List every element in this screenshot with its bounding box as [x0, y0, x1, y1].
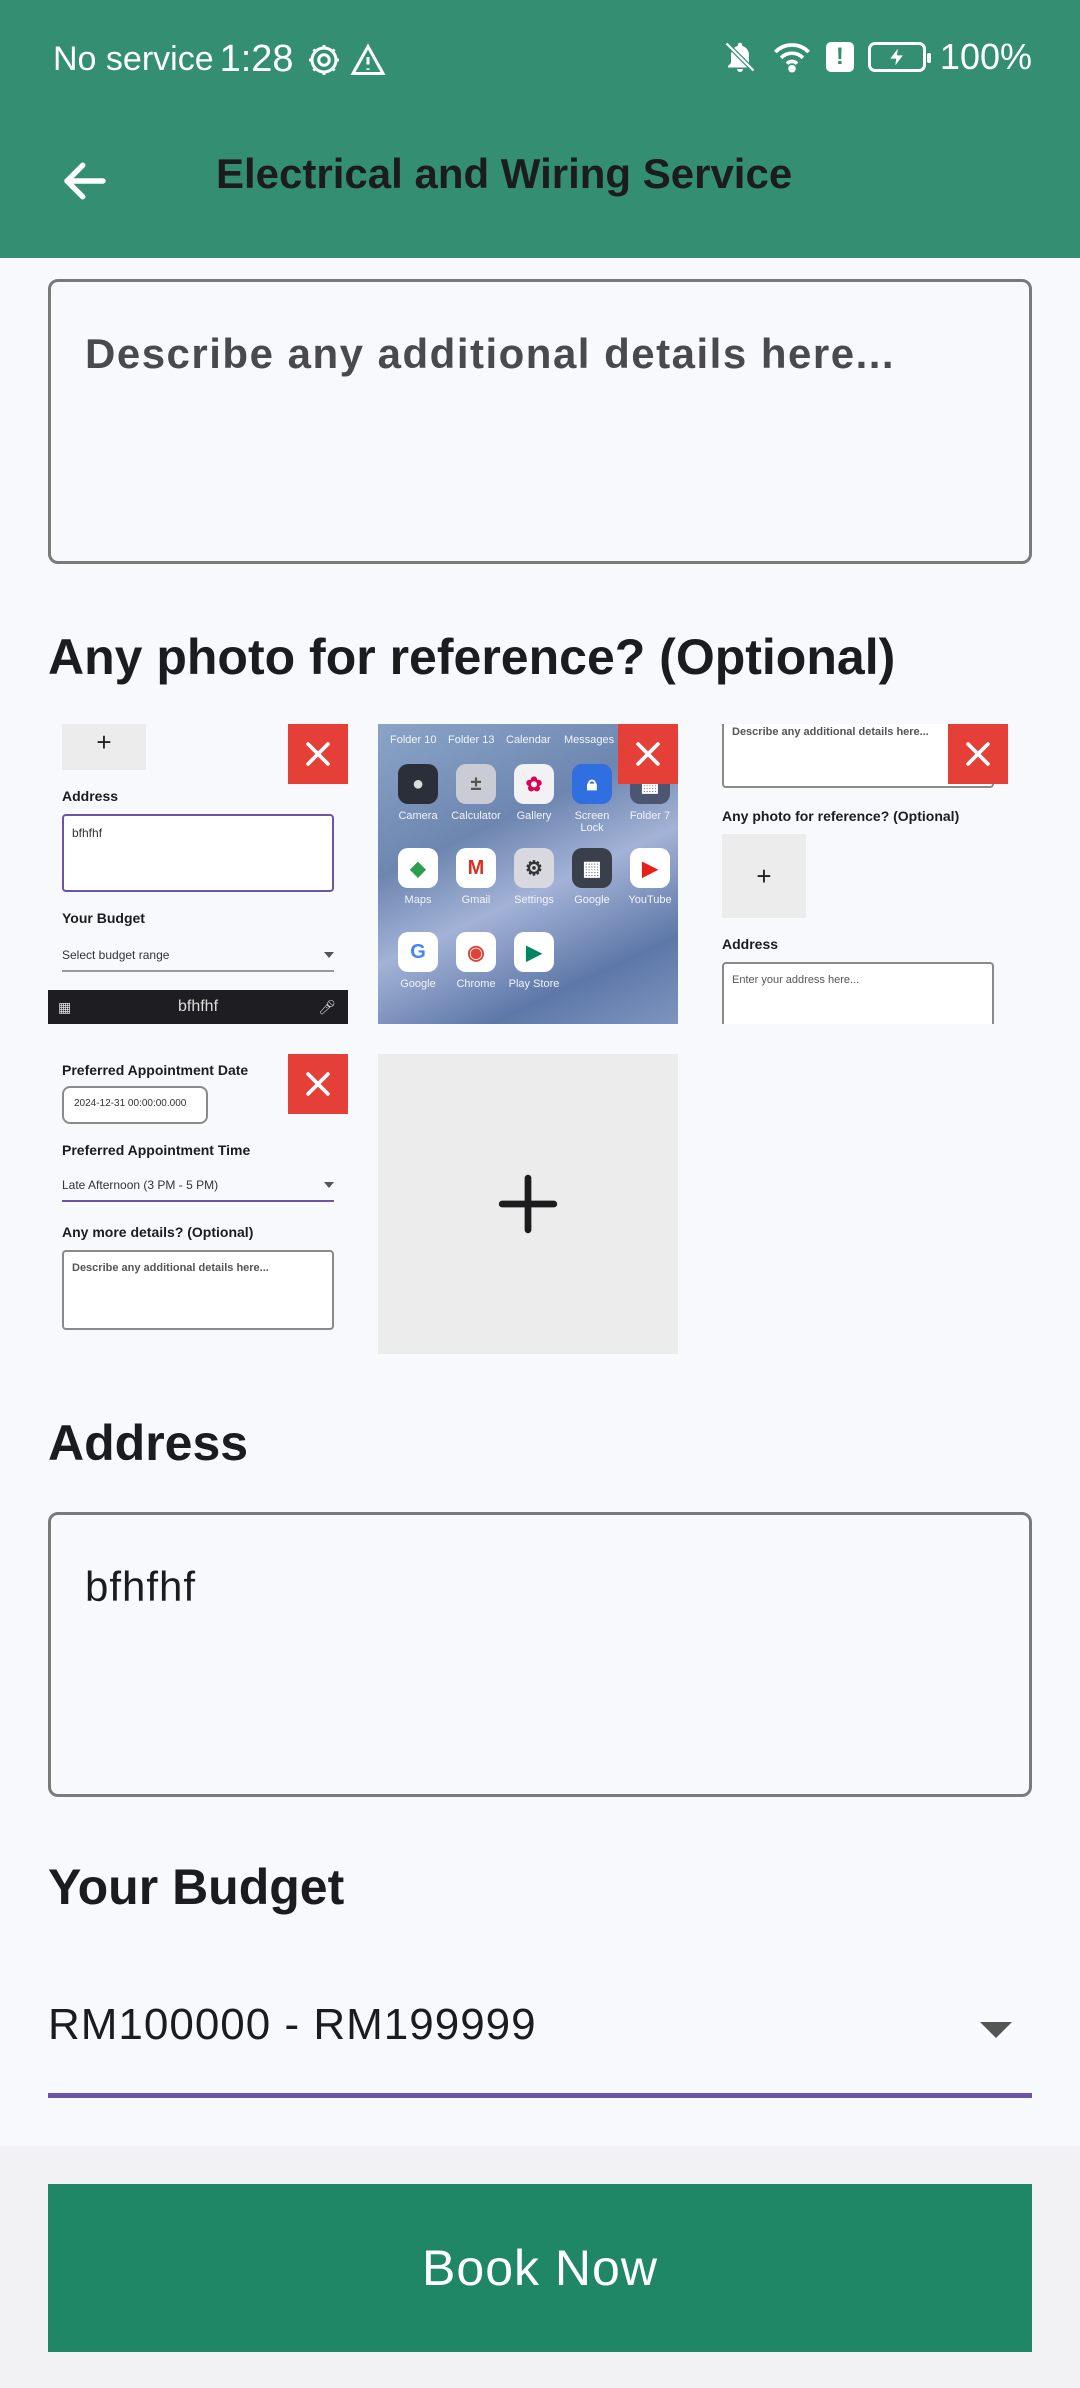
alert-icon: ! [825, 42, 854, 72]
budget-dropdown[interactable]: RM100000 - RM199999 [48, 1990, 1032, 2098]
wifi-icon [773, 43, 810, 73]
mini-grid-icon: ▦ [58, 998, 72, 1015]
battery-icon [867, 42, 931, 72]
delete-photo-2-button[interactable] [618, 724, 678, 784]
mini-app-label: Chrome [456, 978, 496, 990]
photo-section-heading: Any photo for reference? (Optional) [48, 629, 896, 685]
delete-photo-4-button[interactable] [288, 1054, 348, 1114]
mini-app-label: Calculator [451, 810, 501, 822]
page-title: Electrical and Wiring Service [216, 150, 793, 197]
photo-thumbnail-3[interactable]: Describe any additional details here... … [708, 724, 1008, 1024]
mini-app-label: Play Store [508, 978, 560, 990]
photo-thumbnail-2[interactable]: Folder 10 Folder 13 Calendar Messages ● Camer… [378, 724, 678, 1024]
mini-app-label: Folder 7 [629, 810, 671, 822]
mini-app-icon: M [456, 848, 496, 888]
mini-app-icon: 🔒︎ [572, 764, 612, 804]
settings-gear-icon [308, 44, 339, 75]
photo-thumbnail-4[interactable]: Preferred Appointment Date 2024-12-31 00… [48, 1054, 348, 1354]
status-bar: No service 1:28 ! 100% [0, 0, 1080, 120]
book-now-button[interactable]: Book Now [48, 2184, 1032, 2352]
mini-add-photo: + [62, 724, 146, 770]
close-icon [306, 1072, 330, 1096]
address-input[interactable]: bfhfhf [48, 1512, 1032, 1797]
notifications-off-icon [724, 41, 756, 73]
mini-address-label: Address [722, 936, 779, 952]
mini-app-label: Gallery [516, 810, 552, 822]
mini-app-label: Camera [398, 810, 438, 822]
mini-app-icon: G [398, 932, 438, 972]
battery-percent: 100% [939, 36, 1032, 77]
mini-app-label: Gmail [461, 894, 491, 906]
mini-folder-label: Calendar [506, 734, 551, 746]
mini-mic-icon: 🎤︎ [318, 998, 336, 1015]
delete-photo-1-button[interactable] [288, 724, 348, 784]
mini-app-icon: ▶ [514, 932, 554, 972]
mini-app-icon: ± [456, 764, 496, 804]
mini-photo-label: Any photo for reference? (Optional) [722, 808, 960, 824]
mini-app-label: Google [400, 978, 436, 990]
mini-app-icon: ✿ [514, 764, 554, 804]
photo-thumbnail-1[interactable]: + Address bfhfhf Your Budget Select budg… [48, 724, 348, 1024]
mini-app-icon: ⚙︎ [514, 848, 554, 888]
close-icon [966, 742, 990, 766]
mini-address-label: Address [62, 788, 119, 804]
mini-app-icon: ▶ [630, 848, 670, 888]
budget-heading: Your Budget [48, 1859, 345, 1915]
mini-budget-select: Select budget range [62, 948, 334, 972]
carrier-text: No service [53, 40, 214, 78]
delete-photo-3-button[interactable] [948, 724, 1008, 784]
add-photo-button[interactable] [378, 1054, 678, 1354]
mini-add-photo: + [722, 834, 806, 918]
mini-date-input: 2024-12-31 00:00:00.000 [62, 1086, 208, 1124]
mini-address-input: Enter your address here... [722, 962, 994, 1024]
arrow-back-icon [64, 162, 106, 200]
plus-icon [498, 1174, 558, 1234]
mini-app-icon: ▦ [572, 848, 612, 888]
app-bar: Electrical and Wiring Service [0, 120, 1080, 258]
close-icon [636, 742, 660, 766]
dropdown-arrow-icon [980, 2022, 1012, 2038]
warning-icon [350, 42, 386, 75]
mini-app-label: Settings [514, 894, 554, 906]
mini-date-label: Preferred Appointment Date [62, 1062, 249, 1078]
clock: 1:28 [219, 38, 294, 80]
mini-app-label: Google [574, 894, 610, 906]
details-textarea[interactable]: Describe any additional details here... [48, 279, 1032, 564]
address-heading: Address [48, 1415, 249, 1471]
mini-details-input: Describe any additional details here... [62, 1250, 334, 1330]
mini-folder-label: Folder 13 [448, 734, 495, 746]
back-button[interactable] [50, 146, 120, 216]
mini-app-label: YouTube [628, 894, 672, 906]
close-icon [306, 742, 330, 766]
mini-address-input: bfhfhf [62, 814, 334, 892]
mini-folder-label: Folder 10 [390, 734, 437, 746]
mini-time-label: Preferred Appointment Time [62, 1142, 251, 1158]
mini-app-label: Maps [404, 894, 432, 906]
budget-selected-value: RM100000 - RM199999 [48, 2000, 537, 2049]
mini-budget-label: Your Budget [62, 910, 145, 926]
mini-app-icon: ◆ [398, 848, 438, 888]
mini-time-select: Late Afternoon (3 PM - 5 PM) [62, 1178, 334, 1202]
mini-folder-label: Messages [564, 734, 615, 746]
mini-app-icon: ● [398, 764, 438, 804]
mini-keyboard-bar: ▦ bfhfhf 🎤︎ [48, 990, 348, 1024]
mini-app-label: Screen Lock [574, 810, 610, 834]
mini-details-label: Any more details? (Optional) [62, 1224, 254, 1240]
mini-app-icon: ◉ [456, 932, 496, 972]
